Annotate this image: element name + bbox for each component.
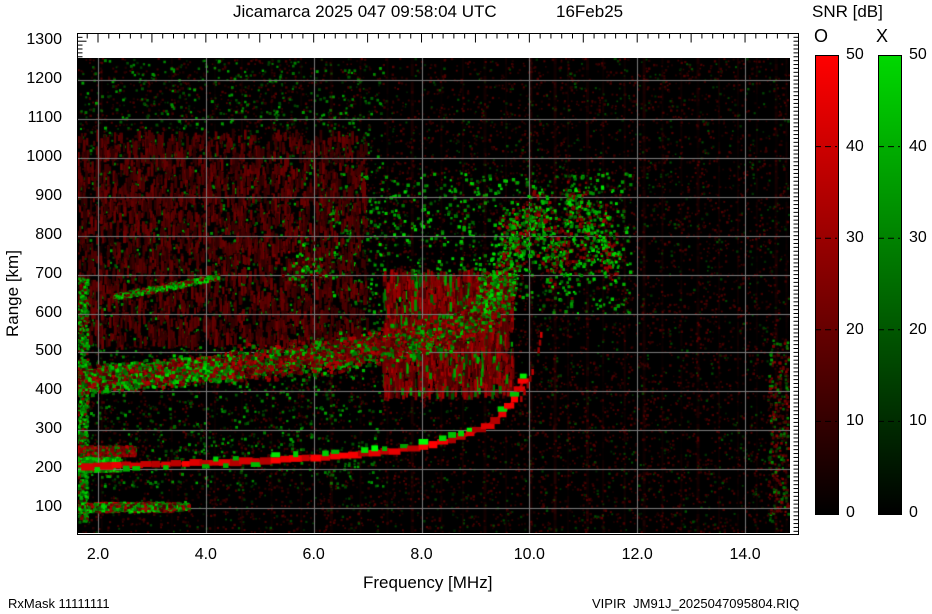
x-tick-label: 2.0 bbox=[86, 546, 110, 563]
filename-text: VIPIR JM91J_2025047095804.RIQ bbox=[592, 596, 800, 611]
o-colorbar-tick-label: 50 bbox=[846, 46, 864, 63]
colorbar-title: SNR [dB] bbox=[812, 2, 883, 21]
x-colorbar-tick-label: 40 bbox=[909, 137, 927, 155]
y-tick-label: 1300 bbox=[26, 31, 62, 49]
x-colorbar-tick-label: 10 bbox=[909, 412, 927, 430]
y-tick-label: 1000 bbox=[26, 147, 62, 165]
o-colorbar-tick-label: 20 bbox=[846, 320, 864, 338]
x-colorbar-tick-label: 20 bbox=[909, 320, 927, 338]
y-axis-title: Range [km] bbox=[3, 250, 22, 338]
x-tick-label: 12.0 bbox=[621, 546, 653, 563]
x-tick-label: 14.0 bbox=[729, 546, 761, 563]
o-colorbar-tick-label: 40 bbox=[846, 137, 864, 155]
x-axis-title: Frequency [MHz] bbox=[363, 573, 493, 592]
o-mode-label: O bbox=[814, 26, 829, 46]
x-mode-colorbar bbox=[878, 55, 902, 515]
x-colorbar-tick-label: 30 bbox=[909, 229, 927, 247]
x-tick-label: 4.0 bbox=[194, 546, 217, 563]
x-colorbar-tick-label: 0 bbox=[909, 504, 918, 521]
o-colorbar-tick-label: 10 bbox=[846, 412, 864, 430]
y-tick-label: 300 bbox=[35, 420, 62, 438]
ionogram-plot bbox=[78, 58, 790, 533]
x-tick-label: 10.0 bbox=[513, 546, 545, 563]
y-tick-label: 900 bbox=[35, 186, 62, 204]
ionogram-page: Jicamarca 2025 047 09:58:04 UTC 16Feb25 … bbox=[0, 0, 932, 614]
x-tick-label: 8.0 bbox=[410, 546, 433, 563]
plot-title: Jicamarca 2025 047 09:58:04 UTC bbox=[233, 2, 497, 21]
o-colorbar-tick-label: 30 bbox=[846, 229, 864, 247]
o-mode-colorbar bbox=[815, 55, 839, 515]
o-colorbar-tick-label: 0 bbox=[846, 504, 855, 521]
rxmask-text: RxMask 11111111 bbox=[8, 596, 110, 611]
x-mode-label: X bbox=[876, 26, 889, 46]
y-tick-label: 200 bbox=[35, 459, 62, 477]
y-tick-label: 400 bbox=[35, 381, 62, 399]
plot-date: 16Feb25 bbox=[556, 2, 624, 21]
y-tick-label: 100 bbox=[35, 498, 62, 515]
x-tick-label: 6.0 bbox=[302, 546, 325, 563]
y-tick-label: 1100 bbox=[27, 109, 62, 126]
y-tick-label: 1200 bbox=[26, 70, 62, 88]
x-colorbar-tick-label: 50 bbox=[909, 46, 927, 63]
